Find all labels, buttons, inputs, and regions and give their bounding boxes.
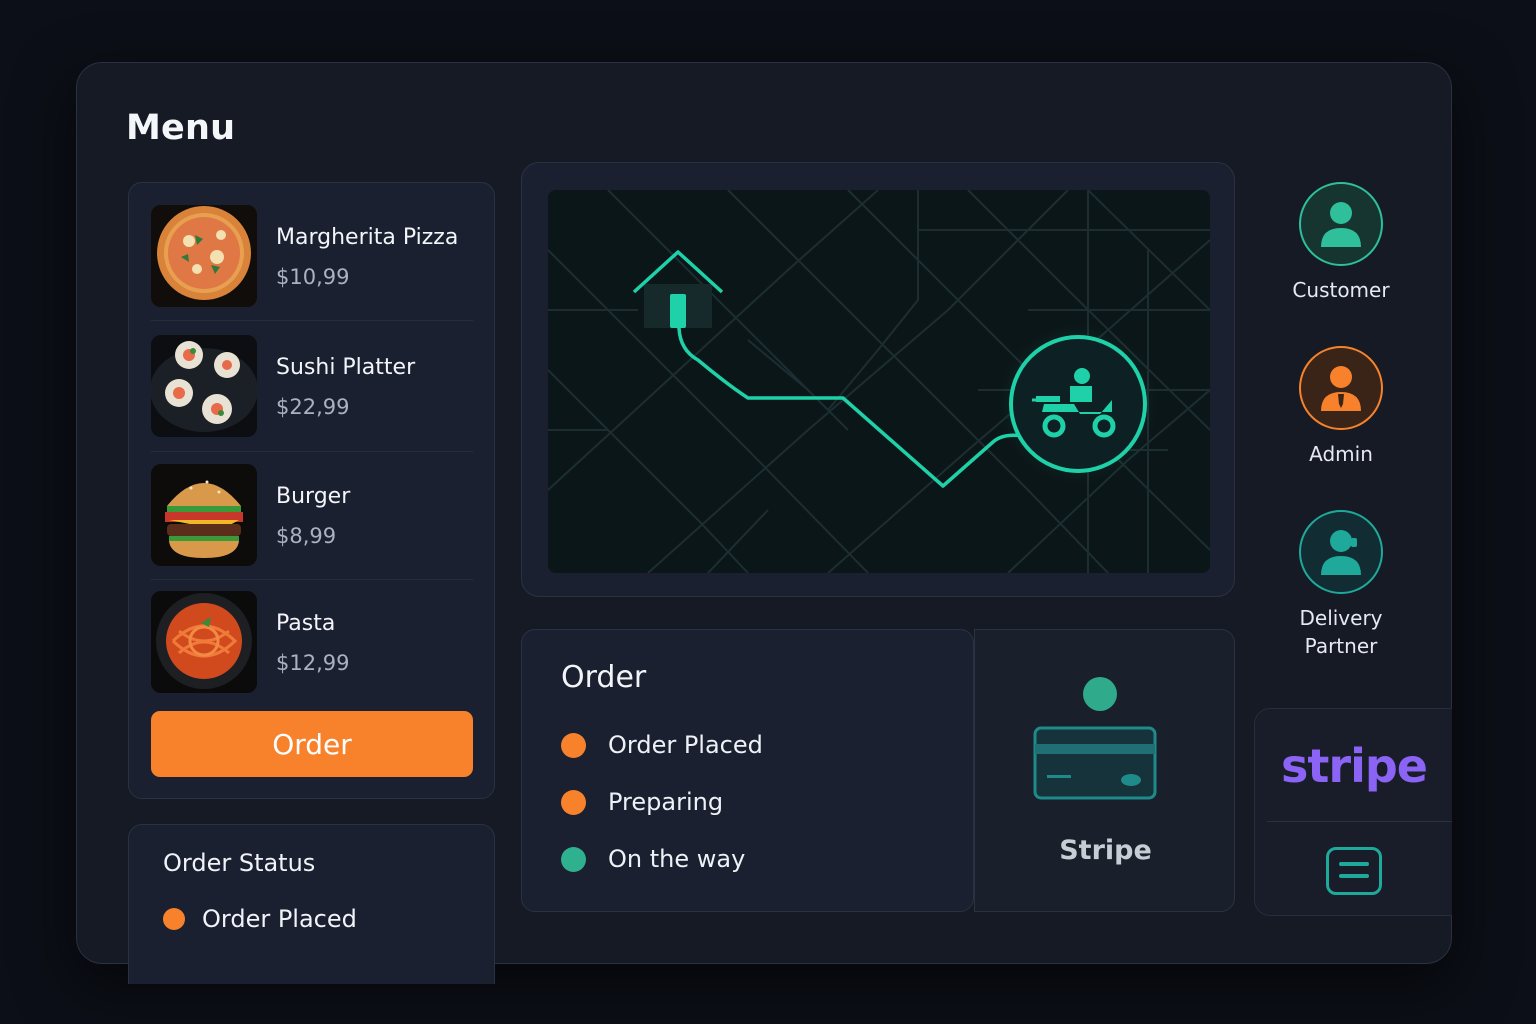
step-dot <box>561 789 586 815</box>
order-step: On the way <box>561 845 745 873</box>
pizza-image <box>151 205 257 307</box>
divider <box>151 451 473 452</box>
delivery-map[interactable] <box>548 190 1210 573</box>
status-item: Order Placed <box>163 905 357 933</box>
role-label: Delivery Partner <box>1299 606 1383 658</box>
order-title: Order <box>561 660 647 695</box>
role-label: Admin <box>1309 442 1373 466</box>
order-button[interactable]: Order <box>151 711 473 777</box>
payment-card[interactable]: Stripe <box>974 629 1235 912</box>
item-price: $12,99 <box>276 651 350 675</box>
order-step: Preparing <box>561 788 723 816</box>
item-name: Margherita Pizza <box>276 225 459 250</box>
order-status-title: Order Status <box>163 849 316 877</box>
menu-item-pizza[interactable]: Margherita Pizza $10,99 <box>151 205 473 309</box>
step-dot <box>561 846 586 872</box>
step-dot <box>561 732 586 758</box>
delivery-partner-avatar-icon <box>1299 510 1383 594</box>
step-label: On the way <box>608 845 746 873</box>
order-step: Order Placed <box>561 731 763 759</box>
role-label: Customer <box>1292 278 1390 302</box>
burger-image <box>151 464 257 566</box>
credit-card-icon <box>1033 677 1157 800</box>
divider <box>1267 821 1452 822</box>
card-icon[interactable] <box>1326 847 1382 895</box>
order-card: Order Order Placed Preparing On the way <box>521 629 974 912</box>
item-price: $8,99 <box>276 524 337 548</box>
item-price: $22,99 <box>276 395 350 419</box>
role-admin[interactable]: Admin <box>1266 346 1416 468</box>
card-bar <box>1339 874 1369 878</box>
admin-avatar-icon <box>1299 346 1383 430</box>
menu-title: Menu <box>126 108 236 148</box>
step-label: Preparing <box>608 788 724 816</box>
divider <box>151 320 473 321</box>
item-name: Pasta <box>276 611 336 636</box>
customer-avatar-icon <box>1299 182 1383 266</box>
card-bar <box>1339 862 1369 866</box>
delivery-scooter-icon <box>998 324 1158 484</box>
item-name: Burger <box>276 484 351 509</box>
sushi-image <box>151 335 257 437</box>
menu-item-burger[interactable]: Burger $8,99 <box>151 464 473 568</box>
role-delivery-partner[interactable]: Delivery Partner <box>1266 510 1416 660</box>
menu-item-pasta[interactable]: Pasta $12,99 <box>151 591 473 695</box>
item-name: Sushi Platter <box>276 355 416 380</box>
divider <box>151 579 473 580</box>
menu-card: Margherita Pizza $10,99 Sushi Platter $2… <box>128 182 495 799</box>
status-label: Order Placed <box>202 905 357 933</box>
order-status-card: Order Status Order Placed <box>128 824 495 984</box>
menu-item-sushi[interactable]: Sushi Platter $22,99 <box>151 335 473 439</box>
status-dot <box>163 908 185 930</box>
stripe-brand-card: stripe <box>1254 708 1452 916</box>
stripe-logo: stripe <box>1281 739 1428 793</box>
step-label: Order Placed <box>608 731 763 759</box>
pasta-image <box>151 591 257 693</box>
map-card <box>521 162 1235 597</box>
role-customer[interactable]: Customer <box>1266 182 1416 304</box>
payment-label: Stripe <box>1059 835 1152 866</box>
item-price: $10,99 <box>276 265 350 289</box>
